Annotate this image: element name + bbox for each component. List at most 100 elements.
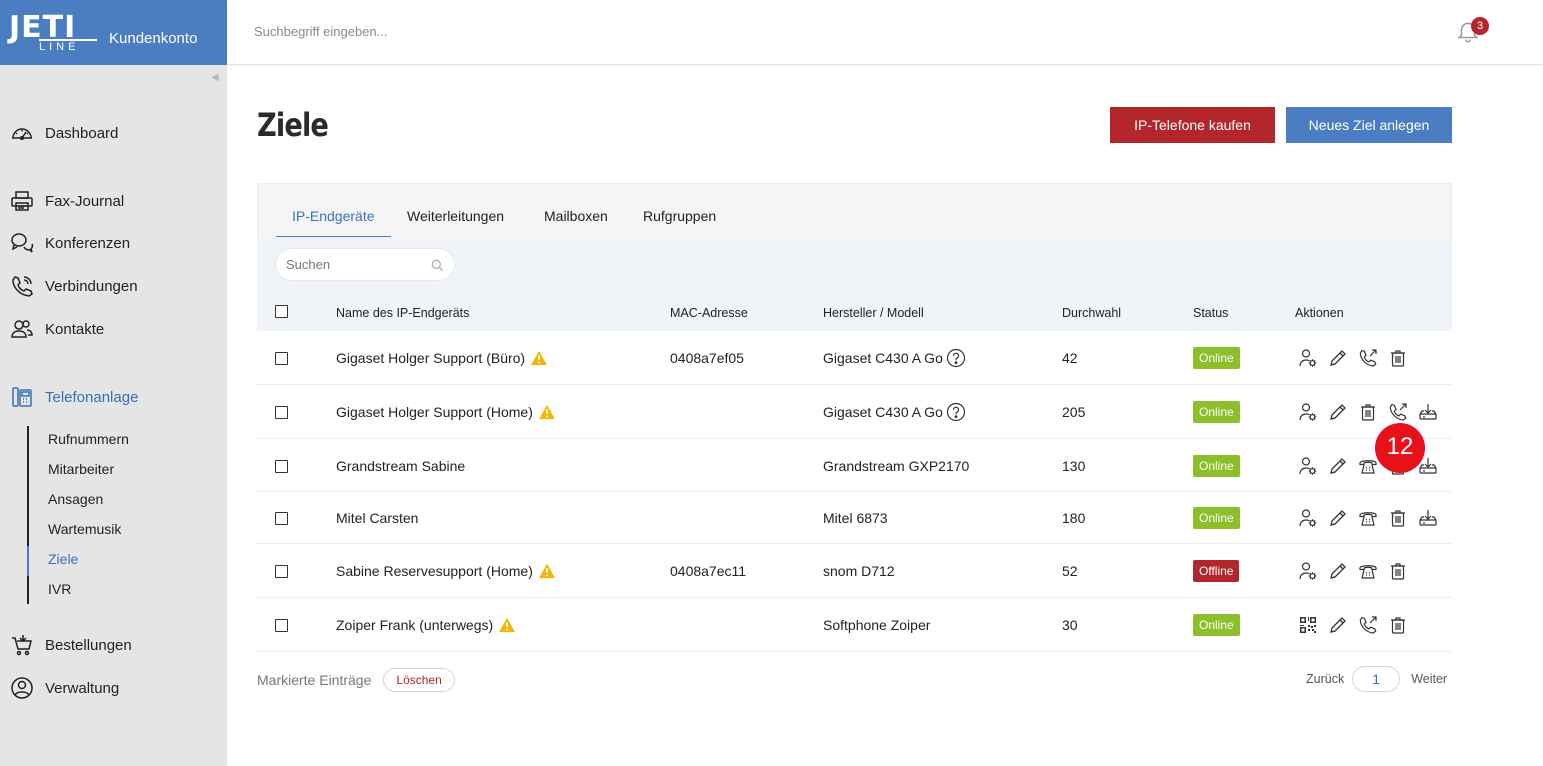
phone-forward-action[interactable] (1358, 615, 1378, 635)
user-settings-icon (1298, 456, 1318, 476)
current-page[interactable]: 1 (1352, 666, 1401, 692)
desk-phone-action[interactable] (1358, 456, 1378, 476)
row-checkbox[interactable] (275, 460, 288, 473)
column-header-mac[interactable]: MAC-Adresse (670, 306, 748, 320)
trash-action[interactable] (1358, 402, 1378, 422)
subnav-item-ziele[interactable]: Ziele (48, 551, 78, 567)
table-row: Mitel Carsten Mitel 6873 180 Online (257, 492, 1452, 544)
sidebar-item-bestellungen[interactable]: Bestellungen (10, 633, 132, 657)
device-name[interactable]: Zoiper Frank (unterwegs) (336, 615, 516, 635)
table-row: Zoiper Frank (unterwegs) Softphone Zoiper… (257, 598, 1452, 652)
pencil-action[interactable] (1328, 456, 1348, 476)
subnav-item-wartemusik[interactable]: Wartemusik (48, 521, 121, 537)
column-header-model[interactable]: Hersteller / Modell (823, 306, 924, 320)
help-circle-icon[interactable] (946, 402, 966, 422)
provision-action[interactable] (1418, 402, 1438, 422)
device-name[interactable]: Gigaset Holger Support (Home) (336, 402, 556, 422)
buy-ip-phones-button[interactable]: IP-Telefone kaufen (1110, 107, 1275, 143)
select-all-checkbox[interactable] (275, 305, 288, 318)
device-model: Gigaset C430 A Go (823, 402, 966, 422)
help-circle-icon[interactable] (946, 348, 966, 368)
sidebar-item-verwaltung[interactable]: Verwaltung (10, 676, 119, 700)
row-checkbox[interactable] (275, 406, 288, 419)
column-header-extension[interactable]: Durchwahl (1062, 306, 1121, 320)
sidebar-item-telefonanlage[interactable]: Telefonanlage (10, 385, 138, 409)
column-header-status[interactable]: Status (1193, 306, 1228, 320)
user-settings-action[interactable] (1298, 402, 1318, 422)
pencil-action[interactable] (1328, 508, 1348, 528)
sidebar-item-label: Fax-Journal (45, 192, 125, 210)
column-header-actions: Aktionen (1295, 306, 1344, 320)
subnav-item-mitarbeiter[interactable]: Mitarbeiter (48, 461, 114, 477)
pencil-action[interactable] (1328, 402, 1348, 422)
status-badge: Online (1193, 507, 1240, 529)
delete-marked-button[interactable]: Löschen (383, 668, 455, 692)
trash-icon (1388, 561, 1408, 581)
sidebar-item-dashboard[interactable]: Dashboard (10, 121, 118, 145)
qr-code-action[interactable] (1298, 615, 1318, 635)
tab-ip-endgeraete[interactable]: IP-Endgeräte (292, 208, 375, 224)
subnav-item-ivr[interactable]: IVR (48, 581, 71, 597)
pencil-icon (1328, 561, 1348, 581)
search-icon[interactable] (431, 259, 444, 272)
user-settings-action[interactable] (1298, 456, 1318, 476)
sidebar-item-verbindungen[interactable]: Verbindungen (10, 274, 138, 298)
global-search-input[interactable] (254, 24, 554, 39)
extension: 42 (1062, 350, 1078, 366)
pencil-action[interactable] (1328, 561, 1348, 581)
prev-page-link[interactable]: Zurück (1306, 672, 1344, 686)
sidebar-item-fax-journal[interactable]: Fax-Journal (10, 189, 124, 213)
phone-forward-action[interactable] (1388, 402, 1408, 422)
sidebar-item-kontakte[interactable]: Kontakte (10, 317, 104, 341)
user-settings-action[interactable] (1298, 348, 1318, 368)
tab-mailboxen[interactable]: Mailboxen (544, 208, 608, 224)
device-model: Gigaset C430 A Go (823, 348, 966, 368)
device-name[interactable]: Gigaset Holger Support (Büro) (336, 348, 548, 368)
phone-forward-action[interactable] (1358, 348, 1378, 368)
provision-icon (1418, 402, 1438, 422)
logo-main: JETI (9, 9, 77, 45)
subnav-item-rufnummern[interactable]: Rufnummern (48, 431, 129, 447)
sidebar-item-konferenzen[interactable]: Konferenzen (10, 231, 130, 255)
trash-action[interactable] (1388, 561, 1408, 581)
row-checkbox[interactable] (275, 512, 288, 525)
device-name[interactable]: Grandstream Sabine (336, 456, 465, 476)
row-checkbox[interactable] (275, 619, 288, 632)
provision-icon (1418, 508, 1438, 528)
collapse-sidebar-icon[interactable]: ◀ (211, 72, 219, 83)
provision-action[interactable] (1418, 508, 1438, 528)
phone-forward-icon (1358, 615, 1378, 635)
row-checkbox[interactable] (275, 352, 288, 365)
desk-phone-icon (1358, 456, 1378, 476)
trash-action[interactable] (1388, 615, 1408, 635)
pagination: Zurück 1 Weiter (1306, 666, 1447, 692)
device-name[interactable]: Mitel Carsten (336, 508, 418, 528)
trash-action[interactable] (1388, 508, 1408, 528)
device-name[interactable]: Sabine Reservesupport (Home) (336, 561, 556, 581)
table-search-input[interactable] (286, 257, 426, 272)
tab-weiterleitungen[interactable]: Weiterleitungen (407, 208, 504, 224)
subnav-item-ansagen[interactable]: Ansagen (48, 491, 103, 507)
column-header-name[interactable]: Name des IP-Endgeräts (336, 306, 469, 320)
tab-bar: IP-Endgeräte Weiterleitungen Mailboxen R… (257, 183, 1452, 238)
device-name-text: Zoiper Frank (unterwegs) (336, 617, 494, 633)
phone-icon (12, 276, 33, 297)
trash-action[interactable] (1388, 348, 1408, 368)
brand-header[interactable]: JETI LINE Kundenkonto (0, 0, 227, 65)
extension: 52 (1062, 563, 1078, 579)
desk-phone-action[interactable] (1358, 561, 1378, 581)
targets-card: IP-Endgeräte Weiterleitungen Mailboxen R… (257, 183, 1452, 653)
pencil-action[interactable] (1328, 348, 1348, 368)
table-row: Gigaset Holger Support (Büro) 0408a7ef05 G… (257, 331, 1452, 385)
next-page-link[interactable]: Weiter (1411, 672, 1447, 686)
sidebar-item-label: Konferenzen (45, 234, 131, 252)
row-checkbox[interactable] (275, 565, 288, 578)
pencil-icon (1328, 348, 1348, 368)
user-settings-action[interactable] (1298, 508, 1318, 528)
desk-phone-action[interactable] (1358, 508, 1378, 528)
user-settings-action[interactable] (1298, 561, 1318, 581)
pencil-action[interactable] (1328, 615, 1348, 635)
tab-rufgruppen[interactable]: Rufgruppen (643, 208, 716, 224)
sidebar-item-label: Verbindungen (45, 277, 138, 295)
new-target-button[interactable]: Neues Ziel anlegen (1286, 107, 1452, 143)
